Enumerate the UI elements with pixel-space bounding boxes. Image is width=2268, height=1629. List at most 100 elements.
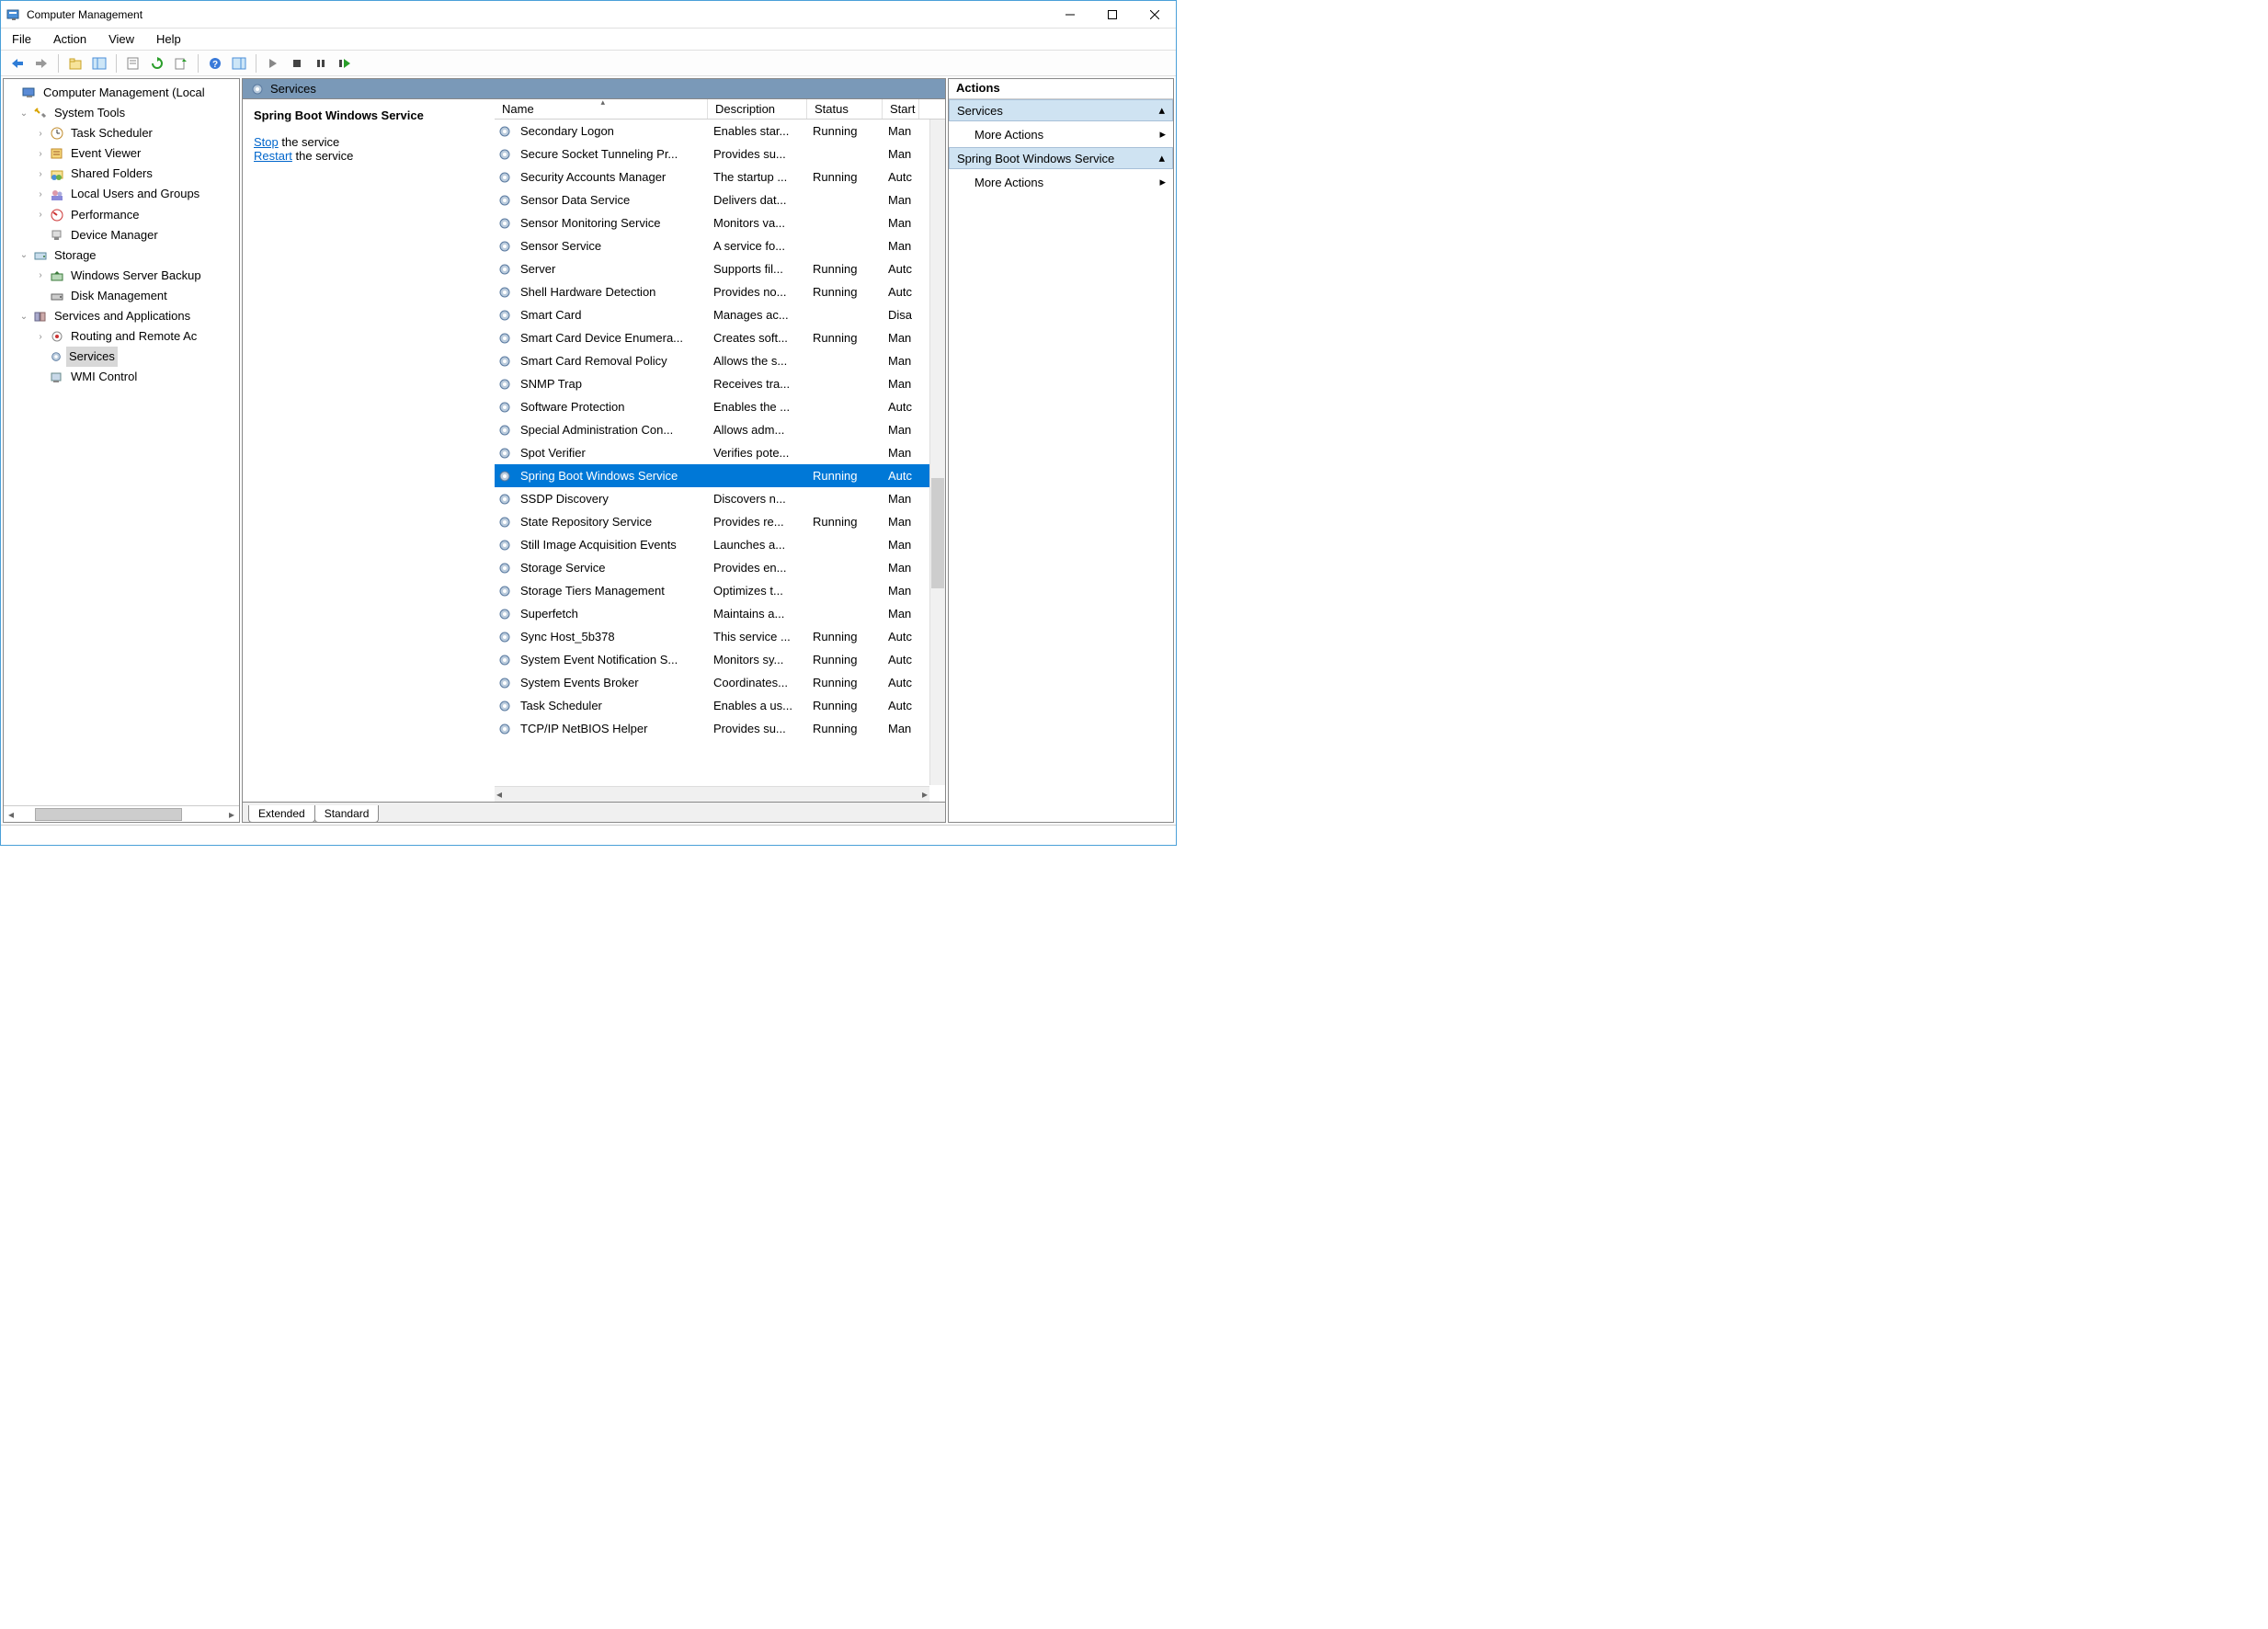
menu-help[interactable]: Help	[153, 30, 185, 48]
gear-icon	[495, 263, 515, 276]
service-row[interactable]: TCP/IP NetBIOS HelperProvides su...Runni…	[495, 717, 945, 740]
service-startup: Autc	[883, 699, 919, 712]
tree-node-device-manager[interactable]: Device Manager	[7, 225, 239, 245]
close-button[interactable]	[1134, 1, 1176, 28]
menu-action[interactable]: Action	[50, 30, 90, 48]
scroll-left-icon[interactable]: ◂	[496, 788, 502, 801]
refresh-button[interactable]	[146, 53, 168, 74]
minimize-button[interactable]	[1049, 1, 1091, 28]
actions-more-services[interactable]: More Actions▸	[949, 121, 1173, 147]
service-row[interactable]: System Event Notification S...Monitors s…	[495, 648, 945, 671]
service-row[interactable]: Spring Boot Windows ServiceRunningAutc	[495, 464, 945, 487]
gear-icon	[495, 723, 515, 735]
scrollbar-thumb[interactable]	[35, 808, 182, 821]
scroll-left-icon[interactable]: ◂	[4, 808, 18, 821]
tree-hscrollbar[interactable]: ◂ ▸	[4, 805, 239, 822]
tab-extended[interactable]: Extended	[248, 805, 315, 823]
menu-view[interactable]: View	[105, 30, 138, 48]
stop-service-link[interactable]: Stop	[254, 135, 279, 149]
service-status: Running	[807, 331, 883, 345]
gear-icon	[495, 194, 515, 207]
maximize-button[interactable]	[1091, 1, 1134, 28]
service-row[interactable]: ServerSupports fil...RunningAutc	[495, 257, 945, 280]
tree-node-shared-folders[interactable]: ›Shared Folders	[7, 164, 239, 184]
view-tabs: Extended Standard	[243, 802, 945, 822]
service-row[interactable]: Storage ServiceProvides en...Man	[495, 556, 945, 579]
service-row[interactable]: Spot VerifierVerifies pote...Man	[495, 441, 945, 464]
service-row[interactable]: System Events BrokerCoordinates...Runnin…	[495, 671, 945, 694]
forward-button[interactable]	[30, 53, 52, 74]
start-service-button[interactable]	[262, 53, 284, 74]
service-row[interactable]: Task SchedulerEnables a us...RunningAutc	[495, 694, 945, 717]
tree-node-root[interactable]: Computer Management (Local	[7, 83, 239, 103]
service-row[interactable]: Smart Card Device Enumera...Creates soft…	[495, 326, 945, 349]
service-description: Manages ac...	[708, 308, 807, 322]
service-row[interactable]: Secondary LogonEnables star...RunningMan	[495, 120, 945, 142]
service-row[interactable]: SSDP DiscoveryDiscovers n...Man	[495, 487, 945, 510]
tree-node-services-apps[interactable]: ⌄Services and Applications	[7, 306, 239, 326]
tab-standard[interactable]: Standard	[314, 805, 380, 823]
back-button[interactable]	[6, 53, 28, 74]
actions-section-services[interactable]: Services▴	[949, 99, 1173, 121]
show-hide-action-button[interactable]	[228, 53, 250, 74]
service-row[interactable]: State Repository ServiceProvides re...Ru…	[495, 510, 945, 533]
service-rows[interactable]: Secondary LogonEnables star...RunningMan…	[495, 120, 945, 802]
tree-node-storage[interactable]: ⌄Storage	[7, 245, 239, 266]
service-row[interactable]: Software ProtectionEnables the ...Autc	[495, 395, 945, 418]
service-row[interactable]: SuperfetchMaintains a...Man	[495, 602, 945, 625]
gear-icon	[250, 82, 265, 97]
service-row[interactable]: Sensor Data ServiceDelivers dat...Man	[495, 188, 945, 211]
service-row[interactable]: Special Administration Con...Allows adm.…	[495, 418, 945, 441]
service-row[interactable]: Still Image Acquisition EventsLaunches a…	[495, 533, 945, 556]
tree-node-event-viewer[interactable]: ›Event Viewer	[7, 143, 239, 164]
service-startup: Man	[883, 216, 919, 230]
actions-more-selected[interactable]: More Actions▸	[949, 169, 1173, 195]
restart-service-button[interactable]	[334, 53, 356, 74]
tree-node-system-tools[interactable]: ⌄System Tools	[7, 103, 239, 123]
service-row[interactable]: Smart CardManages ac...Disa	[495, 303, 945, 326]
tree-node-rras[interactable]: ›Routing and Remote Ac	[7, 326, 239, 347]
column-description[interactable]: Description	[708, 99, 807, 119]
up-button[interactable]	[64, 53, 86, 74]
service-row[interactable]: Security Accounts ManagerThe startup ...…	[495, 165, 945, 188]
services-vscrollbar[interactable]	[929, 120, 945, 785]
help-button[interactable]: ?	[204, 53, 226, 74]
services-hscrollbar[interactable]: ◂▸	[495, 786, 929, 802]
tree-node-local-users[interactable]: ›Local Users and Groups	[7, 184, 239, 204]
service-row[interactable]: Storage Tiers ManagementOptimizes t...Ma…	[495, 579, 945, 602]
scroll-right-icon[interactable]: ▸	[224, 808, 239, 821]
service-description: Provides su...	[708, 147, 807, 161]
service-status: Running	[807, 676, 883, 689]
service-row[interactable]: SNMP TrapReceives tra...Man	[495, 372, 945, 395]
gear-icon	[495, 608, 515, 621]
export-button[interactable]	[170, 53, 192, 74]
service-row[interactable]: Sensor ServiceA service fo...Man	[495, 234, 945, 257]
service-description: Supports fil...	[708, 262, 807, 276]
titlebar[interactable]: Computer Management	[1, 1, 1176, 28]
service-row[interactable]: Secure Socket Tunneling Pr...Provides su…	[495, 142, 945, 165]
menu-file[interactable]: File	[8, 30, 35, 48]
show-hide-tree-button[interactable]	[88, 53, 110, 74]
scroll-right-icon[interactable]: ▸	[922, 788, 928, 801]
column-startup[interactable]: Start	[883, 99, 919, 119]
service-row[interactable]: Smart Card Removal PolicyAllows the s...…	[495, 349, 945, 372]
service-row[interactable]: Sync Host_5b378This service ...RunningAu…	[495, 625, 945, 648]
actions-section-selected[interactable]: Spring Boot Windows Service▴	[949, 147, 1173, 169]
column-name[interactable]: Name▴	[495, 99, 708, 119]
tree-node-wsb[interactable]: ›Windows Server Backup	[7, 266, 239, 286]
restart-service-link[interactable]: Restart	[254, 149, 292, 163]
service-description: Provides en...	[708, 561, 807, 575]
scrollbar-thumb[interactable]	[931, 478, 944, 588]
pause-service-button[interactable]	[310, 53, 332, 74]
tree-node-performance[interactable]: ›Performance	[7, 205, 239, 225]
tree-node-task-scheduler[interactable]: ›Task Scheduler	[7, 123, 239, 143]
column-status[interactable]: Status	[807, 99, 883, 119]
service-row[interactable]: Sensor Monitoring ServiceMonitors va...M…	[495, 211, 945, 234]
stop-service-button[interactable]	[286, 53, 308, 74]
tree-node-disk-mgmt[interactable]: Disk Management	[7, 286, 239, 306]
properties-button[interactable]	[122, 53, 144, 74]
console-tree[interactable]: Computer Management (Local ⌄System Tools…	[4, 79, 239, 805]
tree-node-services[interactable]: Services	[7, 347, 239, 367]
tree-node-wmi[interactable]: WMI Control	[7, 367, 239, 387]
service-row[interactable]: Shell Hardware DetectionProvides no...Ru…	[495, 280, 945, 303]
